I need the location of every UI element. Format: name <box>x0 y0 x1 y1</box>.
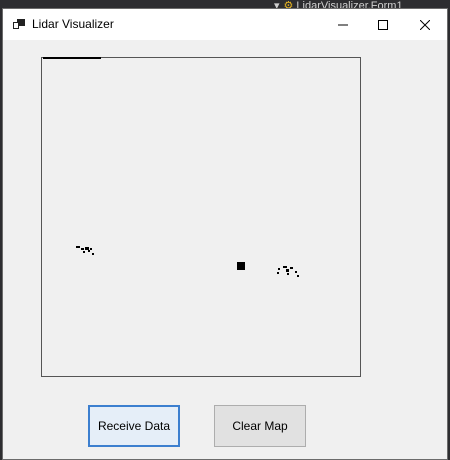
scan-point <box>90 248 92 250</box>
window-title: Lidar Visualizer <box>32 17 114 31</box>
maximize-button[interactable] <box>361 9 405 40</box>
scan-point <box>297 275 299 277</box>
scan-point <box>290 267 293 269</box>
scan-point <box>295 271 297 273</box>
close-icon <box>420 19 430 30</box>
robot-position-marker <box>237 262 245 270</box>
scan-point <box>283 266 287 268</box>
scan-point <box>88 250 90 252</box>
clear-map-button[interactable]: Clear Map <box>214 405 306 447</box>
minimize-button[interactable] <box>321 9 365 40</box>
receive-data-button[interactable]: Receive Data <box>88 405 180 447</box>
scan-point <box>92 253 94 255</box>
maximize-icon <box>378 19 388 30</box>
scan-point <box>76 246 80 248</box>
scan-point <box>83 251 85 253</box>
app-window-icon <box>13 19 25 29</box>
main-window: Lidar Visualizer Receive Data Clear Map <box>2 8 448 460</box>
minimize-icon <box>338 24 348 25</box>
close-button[interactable] <box>403 9 447 40</box>
lidar-map-panel <box>41 57 361 377</box>
scan-point <box>278 268 280 270</box>
scan-point <box>277 272 279 274</box>
scan-point <box>81 248 84 250</box>
scan-point <box>286 269 289 272</box>
map-scan-line <box>43 57 101 59</box>
scan-point <box>287 273 289 275</box>
title-bar[interactable]: Lidar Visualizer <box>3 9 447 40</box>
